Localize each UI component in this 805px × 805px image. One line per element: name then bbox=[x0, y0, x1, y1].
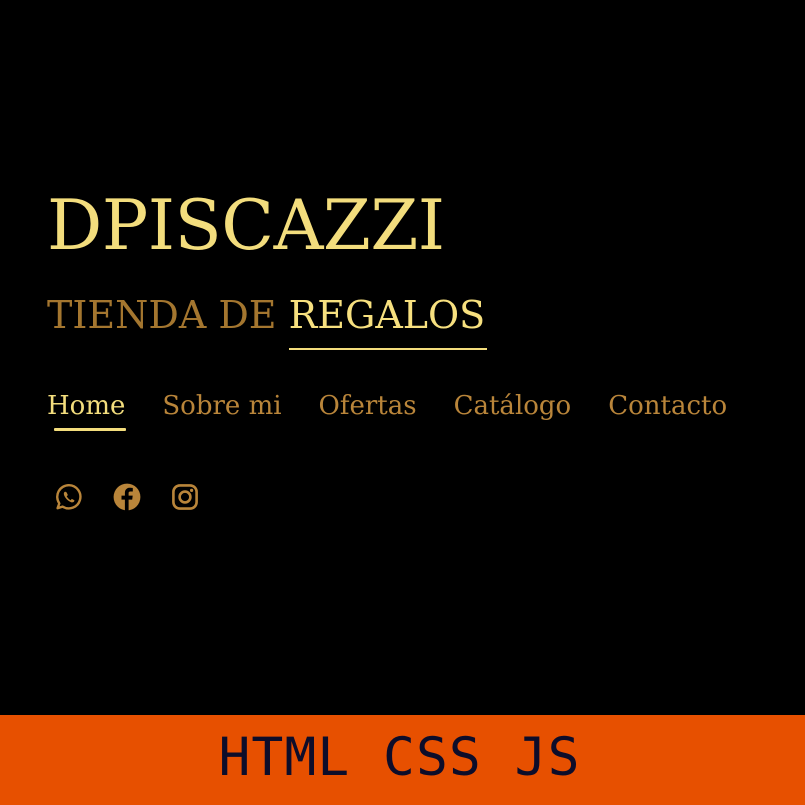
brand-title: DPISCAZZI bbox=[47, 186, 445, 266]
social-links bbox=[54, 482, 200, 512]
tech-banner: HTML CSS JS bbox=[0, 715, 805, 805]
nav-item-sobre-mi[interactable]: Sobre mi bbox=[162, 386, 281, 426]
hero-section: DPISCAZZI TIENDA DE REGALOS Home Sobre m… bbox=[0, 0, 805, 715]
nav-item-contacto[interactable]: Contacto bbox=[608, 386, 727, 426]
nav-item-home[interactable]: Home bbox=[47, 386, 127, 431]
facebook-icon[interactable] bbox=[112, 482, 142, 512]
tagline-highlight: REGALOS bbox=[288, 290, 487, 350]
brand-tagline: TIENDA DE REGALOS bbox=[47, 290, 487, 350]
page: DPISCAZZI TIENDA DE REGALOS Home Sobre m… bbox=[0, 0, 805, 805]
instagram-icon[interactable] bbox=[170, 482, 200, 512]
banner-text: HTML CSS JS bbox=[218, 727, 581, 788]
nav-item-catalogo[interactable]: Catálogo bbox=[454, 386, 572, 426]
nav-item-ofertas[interactable]: Ofertas bbox=[319, 386, 417, 426]
tagline-prefix: TIENDA DE bbox=[47, 293, 289, 337]
whatsapp-icon[interactable] bbox=[54, 482, 84, 512]
main-nav: Home Sobre mi Ofertas Catálogo Contacto bbox=[47, 386, 764, 431]
